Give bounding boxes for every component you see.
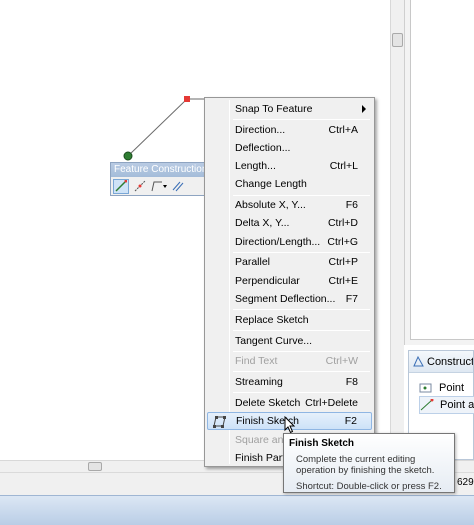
vertical-scroll-thumb[interactable] [392,33,403,47]
submenu-arrow-icon [362,105,366,113]
menu-perpendicular[interactable]: Perpendicular Ctrl+E [207,272,372,290]
menu-direction[interactable]: Direction... Ctrl+A [207,121,372,139]
menu-tangent-curve[interactable]: Tangent Curve... [207,332,372,350]
mouse-pointer-icon [284,415,296,437]
construction-panel-header: Constructio [409,351,473,373]
feature-construction-title[interactable]: Feature Construction [111,163,205,177]
sketch-start-vertex [123,151,133,161]
menu-parallel[interactable]: Parallel Ctrl+P [207,253,372,271]
point-icon [419,382,433,394]
horizontal-scroll-thumb[interactable] [88,462,102,471]
sketch-segment [127,98,188,157]
construction-point-at[interactable]: Point at [419,396,474,414]
tooltip-shortcut: Shortcut: Double-click or press F2. [296,481,442,492]
feature-construction-toolbar[interactable]: Feature Construction [110,162,206,196]
menu-segment-deflection[interactable]: Segment Deflection... F7 [207,290,372,308]
construction-point[interactable]: Point [419,379,474,397]
straight-segment-icon[interactable] [113,178,129,194]
menu-length[interactable]: Length... Ctrl+L [207,157,372,175]
menu-find-text[interactable]: Find Text Ctrl+W [207,352,372,370]
sketch-end-vertex [184,96,190,102]
menu-delete-sketch[interactable]: Delete Sketch Ctrl+Delete [207,394,372,412]
construction-panel-icon [413,355,424,367]
finish-sketch-icon [212,415,227,428]
menu-delta-xy[interactable]: Delta X, Y... Ctrl+D [207,214,372,232]
menu-absolute-xy[interactable]: Absolute X, Y... F6 [207,196,372,214]
status-coordinate: 6295 [457,477,474,488]
menu-change-length[interactable]: Change Length [207,175,372,193]
construction-point-label: Point [439,382,465,394]
midpoint-icon[interactable] [132,179,148,194]
tooltip-title: Finish Sketch [289,438,355,449]
sketch-context-menu: Snap To Feature Direction... Ctrl+A Defl… [204,97,375,467]
menu-snap-to-feature[interactable]: Snap To Feature [207,100,372,118]
right-dock-content [410,0,474,340]
menu-streaming[interactable]: Streaming F8 [207,373,372,391]
menu-replace-sketch[interactable]: Replace Sketch [207,311,372,329]
finish-sketch-tooltip: Finish Sketch Complete the current editi… [283,433,455,493]
tooltip-body-line2: operation by finishing the sketch. [296,465,435,476]
point-at-icon [420,398,434,411]
trace-icon[interactable] [151,179,167,194]
construction-point-at-label: Point at [440,399,474,411]
taskbar [0,495,474,525]
parallel-icon[interactable] [170,179,186,194]
construction-panel-title: Constructio [427,355,473,368]
vertical-scrollbar[interactable] [390,0,404,460]
tooltip-body-line1: Complete the current editing [296,454,416,465]
menu-direction-length[interactable]: Direction/Length... Ctrl+G [207,233,372,251]
menu-deflection[interactable]: Deflection... [207,139,372,157]
